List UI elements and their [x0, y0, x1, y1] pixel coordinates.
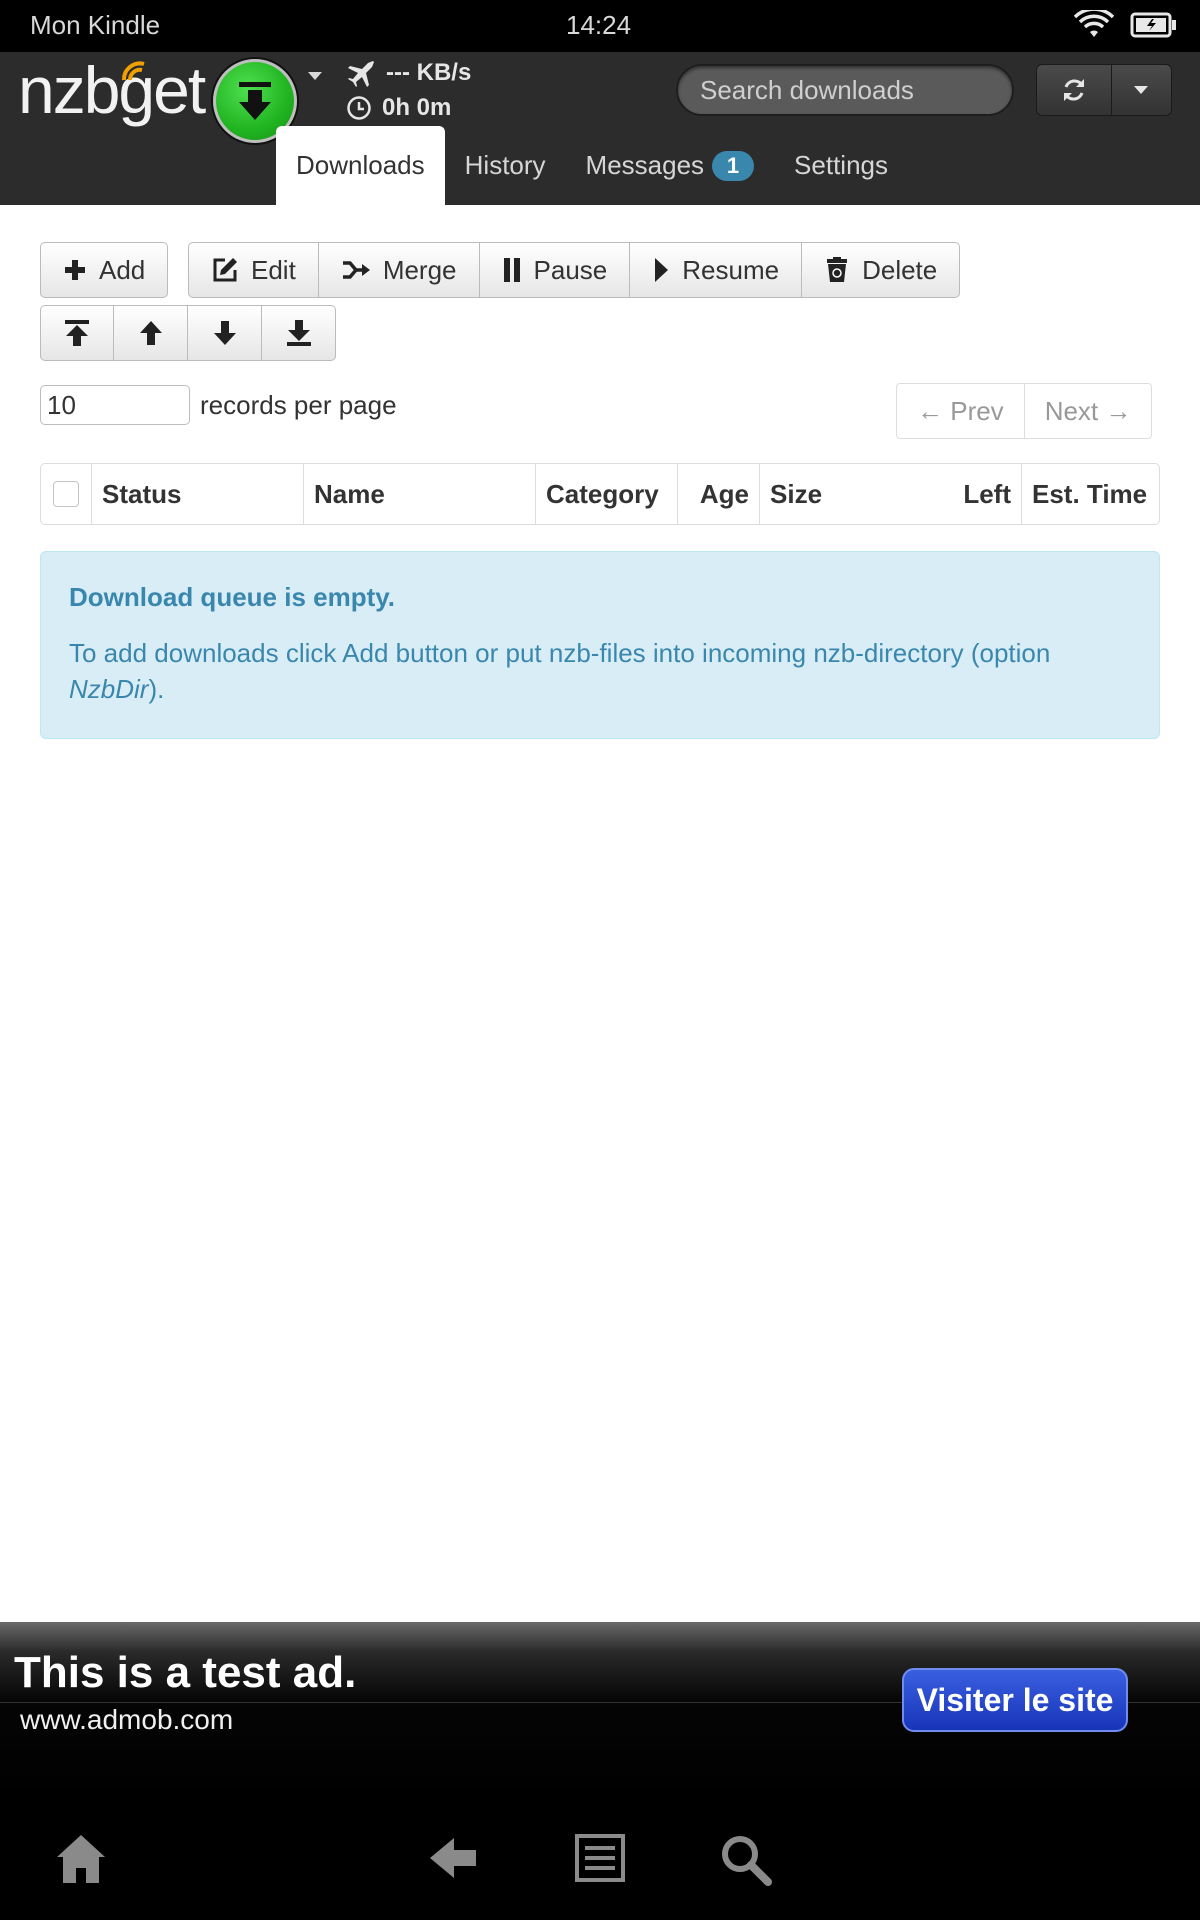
status-clock: 14:24	[566, 10, 632, 40]
tab-label: History	[464, 150, 546, 180]
battery-icon	[1130, 12, 1176, 38]
alert-body-end: ).	[148, 674, 165, 704]
wifi-icon	[1074, 10, 1114, 37]
refresh-options-dropdown[interactable]	[1112, 65, 1171, 115]
plane-icon	[348, 61, 374, 87]
prev-page-button[interactable]: ← Prev	[896, 383, 1025, 439]
ad-visit-button[interactable]: Visiter le site	[902, 1668, 1128, 1732]
resume-label: Resume	[682, 254, 780, 285]
messages-count-badge: 1	[712, 150, 755, 181]
edit-actions-group: Edit Merge Pause Resume Delete	[188, 242, 961, 298]
speed-value: --- KB/s	[386, 59, 472, 86]
speed-indicator: --- KB/s	[346, 58, 471, 88]
select-all-cell	[41, 464, 91, 524]
select-all-checkbox[interactable]	[53, 481, 79, 507]
pause-icon	[503, 258, 520, 282]
ad-url: www.admob.com	[20, 1704, 234, 1735]
tab-label: Messages	[585, 150, 705, 180]
menu-icon[interactable]	[574, 1832, 626, 1884]
tab-settings[interactable]: Settings	[774, 126, 908, 205]
device-name: Mon Kindle	[30, 10, 161, 40]
download-arrow-icon	[239, 82, 271, 120]
column-status[interactable]: Status	[91, 464, 303, 524]
tab-downloads[interactable]: Downloads	[276, 126, 445, 205]
search-input[interactable]	[698, 73, 1037, 107]
arrow-down-icon	[213, 321, 236, 345]
edit-label: Edit	[251, 254, 296, 285]
downloads-table-header: Status Name Category Age Size Left Est. …	[40, 463, 1160, 525]
home-icon[interactable]	[54, 1832, 108, 1888]
time-left-indicator: 0h 0m	[346, 94, 451, 122]
move-down-button[interactable]	[188, 305, 262, 361]
merge-label: Merge	[382, 254, 457, 285]
column-est-time[interactable]: Est. Time	[1021, 464, 1159, 524]
tab-label: Settings	[794, 150, 888, 180]
main-tabs: Downloads History Messages 1 Settings	[276, 126, 908, 205]
column-age[interactable]: Age	[677, 464, 759, 524]
nzbget-logo: nzbget	[18, 53, 206, 127]
move-top-button[interactable]	[40, 305, 114, 361]
arrow-to-bottom-icon	[286, 320, 311, 346]
caret-down-icon	[1134, 86, 1149, 94]
merge-icon	[342, 261, 370, 279]
time-left-value: 0h 0m	[382, 94, 452, 121]
play-icon	[655, 258, 669, 282]
move-up-button[interactable]	[114, 305, 188, 361]
app-header: nzbget --- KB/s 0h 0m ✖	[0, 52, 1200, 205]
search-box: ✖	[676, 64, 1062, 116]
arrow-up-icon	[139, 321, 162, 345]
ad-headline: This is a test ad.	[14, 1648, 357, 1697]
trash-icon	[827, 257, 848, 282]
column-left[interactable]: Left	[891, 464, 1021, 524]
pagination: ← Prev Next →	[896, 383, 1153, 439]
tab-history[interactable]: History	[445, 126, 566, 205]
search-icon[interactable]	[718, 1832, 774, 1888]
move-buttons-group	[40, 305, 336, 361]
tab-messages[interactable]: Messages 1	[566, 126, 775, 205]
resume-button[interactable]: Resume	[630, 242, 803, 298]
system-status-bar: Mon Kindle 14:24	[0, 0, 1200, 52]
arrow-to-top-icon	[65, 320, 89, 346]
alert-body-text: To add downloads click Add button or put…	[69, 638, 1051, 668]
alert-title: Download queue is empty.	[69, 582, 396, 612]
pause-button[interactable]: Pause	[479, 242, 631, 298]
delete-label: Delete	[862, 254, 938, 285]
add-label: Add	[99, 254, 146, 285]
back-icon[interactable]	[426, 1832, 480, 1884]
system-navigation-bar	[0, 1802, 1200, 1920]
ad-banner[interactable]: This is a test ad. www.admob.com Visiter…	[0, 1622, 1200, 1802]
tab-label: Downloads	[296, 150, 425, 180]
move-bottom-button[interactable]	[262, 305, 336, 361]
add-button-group: Add	[40, 242, 169, 298]
clock-icon	[347, 96, 371, 120]
delete-button[interactable]: Delete	[802, 242, 961, 298]
refresh-icon	[1063, 79, 1084, 101]
alert-body: To add downloads click Add button or put…	[69, 635, 1131, 707]
refresh-button-group	[1036, 64, 1172, 116]
empty-queue-alert: Download queue is empty. To add download…	[40, 551, 1160, 739]
alert-option-name: NzbDir	[69, 674, 149, 704]
edit-button[interactable]: Edit	[188, 242, 319, 298]
column-size[interactable]: Size	[759, 464, 891, 524]
records-per-page-input[interactable]	[40, 385, 190, 425]
download-menu-caret-icon[interactable]	[306, 70, 324, 82]
column-category[interactable]: Category	[535, 464, 677, 524]
column-name[interactable]: Name	[303, 464, 535, 524]
edit-icon	[213, 258, 237, 282]
next-page-button[interactable]: Next →	[1024, 383, 1153, 439]
add-button[interactable]: Add	[40, 242, 169, 298]
refresh-button[interactable]	[1037, 65, 1112, 115]
records-per-page-label: records per page	[200, 389, 397, 420]
records-per-page: records per page	[40, 385, 397, 425]
merge-button[interactable]: Merge	[318, 242, 480, 298]
plus-icon	[65, 260, 85, 280]
logo-signal-icon	[122, 61, 145, 81]
pause-label: Pause	[533, 254, 608, 285]
